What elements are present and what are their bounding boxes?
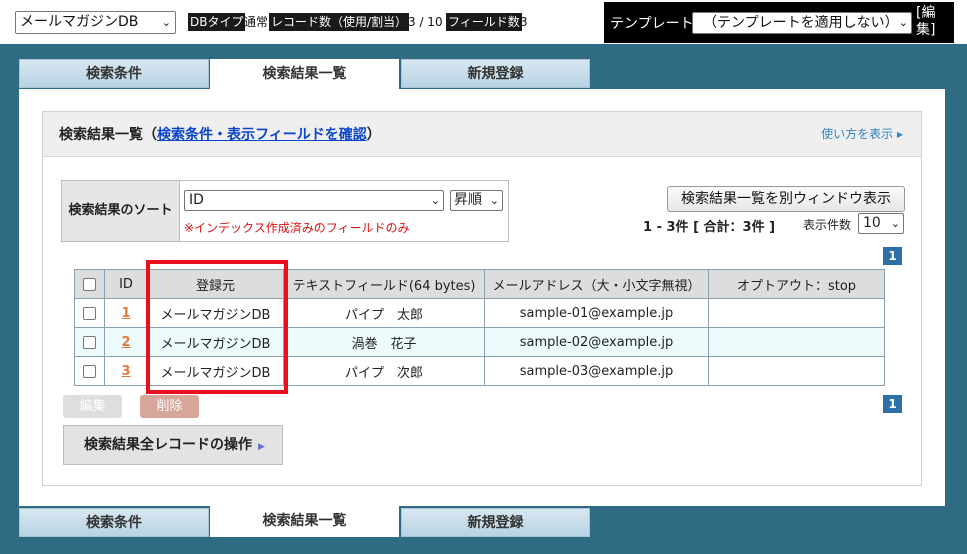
tab-search-conditions[interactable]: 検索条件 <box>19 59 209 88</box>
results-header: 検索結果一覧（検索条件・表示フィールドを確認） 使い方を表示 ▸ <box>43 112 921 157</box>
row-checkbox[interactable] <box>83 335 96 349</box>
confirm-conditions-link[interactable]: 検索条件・表示フィールドを確認 <box>157 127 367 143</box>
sort-field-value: ID <box>189 192 204 208</box>
chevron-down-icon: ⌄ <box>898 16 908 29</box>
row-checkbox-cell <box>74 327 105 357</box>
triangle-right-icon: ▶ <box>258 442 265 452</box>
page-number-bottom[interactable]: 1 <box>883 395 902 413</box>
tab-new-registration-bottom[interactable]: 新規登録 <box>401 508 590 537</box>
record-id-link[interactable]: 3 <box>121 364 130 379</box>
optout-cell <box>708 327 885 357</box>
perpage-value: 10 <box>863 215 881 231</box>
results-title-prefix: 検索結果一覧（ <box>59 127 157 143</box>
records-label: レコード数（使用/割当） <box>269 13 410 31</box>
record-id-link[interactable]: 2 <box>121 335 130 350</box>
chevron-down-icon: ⌄ <box>890 217 900 230</box>
row-checkbox[interactable] <box>83 364 96 378</box>
sort-box: 検索結果のソート ID ⌄ 昇順 ⌄ ※インデックス作成済みのフィールドのみ <box>61 180 509 242</box>
sort-field-select[interactable]: ID ⌄ <box>184 190 444 211</box>
result-count: 1 - 3件 [ 合計：3件 ] <box>643 220 776 235</box>
text-cell: パイプ 次郎 <box>283 356 485 386</box>
all-records-operation-button[interactable]: 検索結果全レコードの操作 ▶ <box>63 425 283 465</box>
delete-button[interactable]: 削除 <box>140 395 199 418</box>
chevron-down-icon: ⌄ <box>161 16 171 29</box>
db-select[interactable]: メールマガジンDB ⌄ <box>15 11 176 34</box>
email-cell: sample-01@example.jp <box>484 298 709 328</box>
text-cell: 渦巻 花子 <box>283 327 485 357</box>
col-header-optout: オプトアウト：stop <box>708 269 885 299</box>
fields-label: フィールド数 <box>446 13 522 31</box>
select-all-checkbox[interactable] <box>83 277 96 291</box>
dbtype-label: DBタイプ <box>188 13 246 31</box>
fields-value: 3 <box>520 15 528 29</box>
sort-note: ※インデックス作成済みのフィールドのみ <box>184 221 410 235</box>
chevron-down-icon: ⌄ <box>489 194 499 207</box>
edit-button[interactable]: 編集 <box>63 395 122 418</box>
id-cell: 1 <box>104 298 148 328</box>
optout-cell <box>708 356 885 386</box>
results-title: 検索結果一覧（検索条件・表示フィールドを確認） <box>59 124 381 144</box>
tab-new-registration[interactable]: 新規登録 <box>401 59 590 88</box>
sort-order-value: 昇順 <box>454 192 482 208</box>
col-header-id: ID <box>104 269 148 299</box>
perpage-label: 表示件数 <box>803 218 852 232</box>
open-window-button[interactable]: 検索結果一覧を別ウィンドウ表示 <box>667 186 905 212</box>
record-id-link[interactable]: 1 <box>121 306 130 321</box>
row-checkbox-cell <box>74 356 105 386</box>
sort-order-select[interactable]: 昇順 ⌄ <box>450 190 503 211</box>
db-select-value: メールマガジンDB <box>20 14 139 30</box>
email-cell: sample-02@example.jp <box>484 327 709 357</box>
row-checkbox-cell <box>74 298 105 328</box>
col-header-email: メールアドレス（大・小文字無視） <box>484 269 709 299</box>
page-number-top[interactable]: 1 <box>883 247 902 265</box>
template-label: テンプレート <box>610 16 694 32</box>
tab-search-conditions-bottom[interactable]: 検索条件 <box>19 508 209 537</box>
row-checkbox[interactable] <box>83 306 96 320</box>
text-cell: パイプ 太郎 <box>283 298 485 328</box>
top-bar: メールマガジンDB ⌄ DBタイプ 通常 レコード数（使用/割当） 3 / 10… <box>0 0 967 44</box>
chevron-down-icon: ⌄ <box>430 194 440 207</box>
all-records-operation-label: 検索結果全レコードの操作 <box>84 437 252 453</box>
perpage-select[interactable]: 10 ⌄ <box>858 213 904 234</box>
id-cell: 3 <box>104 356 148 386</box>
id-cell: 2 <box>104 327 148 357</box>
sort-label: 検索結果のソート <box>62 181 180 241</box>
template-select[interactable]: （テンプレートを適用しない） ⌄ <box>692 12 912 34</box>
dbtype-value: 通常 <box>244 15 269 29</box>
howto-link[interactable]: 使い方を表示 ▸ <box>821 125 903 142</box>
results-title-suffix: ） <box>366 127 381 143</box>
tab-search-results[interactable]: 検索結果一覧 <box>210 59 399 90</box>
records-value: 3 / 10 <box>408 15 443 29</box>
template-select-value: （テンプレートを適用しない） <box>703 15 899 31</box>
highlight-box <box>146 260 288 394</box>
optout-cell <box>708 298 885 328</box>
col-header-text: テキストフィールド(64 bytes) <box>283 269 485 299</box>
template-box: テンプレート （テンプレートを適用しない） ⌄ [編集] <box>604 2 954 43</box>
template-edit-link[interactable]: [編集] <box>916 5 946 39</box>
select-all-cell <box>74 269 105 299</box>
tab-search-results-bottom[interactable]: 検索結果一覧 <box>210 506 399 537</box>
email-cell: sample-03@example.jp <box>484 356 709 386</box>
